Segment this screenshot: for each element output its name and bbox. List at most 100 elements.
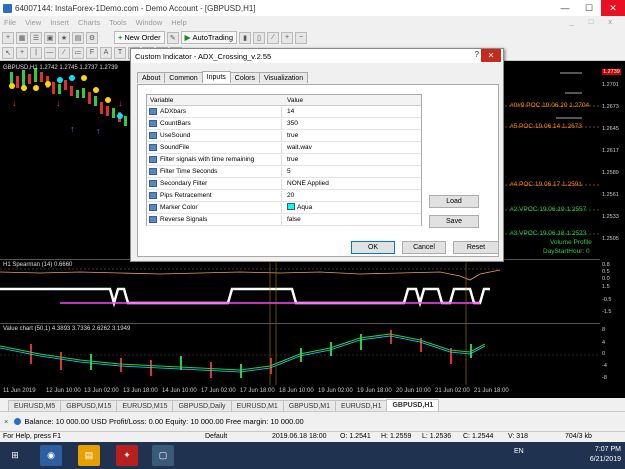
- input-value[interactable]: true: [287, 155, 298, 165]
- profiles-icon[interactable]: ▦: [16, 31, 28, 44]
- volume-profile-label: Volume Profile: [550, 239, 592, 246]
- cancel-button[interactable]: Cancel: [402, 241, 446, 254]
- close-window-button[interactable]: ✕: [601, 0, 625, 16]
- input-row[interactable]: SoundFile wait.wav: [147, 142, 421, 154]
- autotrading-button[interactable]: ▶ AutoTrading: [180, 31, 238, 44]
- main-price-scale[interactable]: 1.2739 1.2701 1.2673 1.2645 1.2617 1.258…: [600, 62, 625, 258]
- spearman-subwindow[interactable]: H1 Spearman (14) 0.6660: [0, 259, 600, 323]
- maximize-button[interactable]: ☐: [577, 0, 601, 16]
- dialog-help-button[interactable]: ?: [475, 50, 479, 59]
- parameter-icon: [149, 168, 157, 175]
- chart-tab[interactable]: EURUSD,H1: [335, 400, 388, 411]
- chart-tab[interactable]: EURUSD,M15: [116, 400, 174, 411]
- fibo-icon[interactable]: F: [86, 46, 98, 59]
- input-row[interactable]: Filter signals with time remaining true: [147, 154, 421, 166]
- time-label: 18 Jun 10:00: [279, 388, 314, 394]
- navigator-icon[interactable]: ★: [58, 31, 70, 44]
- new-order-button[interactable]: + New Order: [114, 31, 165, 44]
- menu-window[interactable]: Window: [136, 18, 163, 27]
- terminal-close-icon[interactable]: ×: [4, 417, 8, 426]
- cursor-icon[interactable]: ↖: [2, 46, 14, 59]
- chart-tab[interactable]: GBPUSD,Daily: [172, 400, 232, 411]
- scale-tick: 0.5: [602, 269, 610, 275]
- chart-tab[interactable]: GBPUSD,M15: [60, 400, 118, 411]
- status-profile: Default: [205, 433, 228, 440]
- input-value[interactable]: Aqua: [287, 203, 312, 213]
- start-button-icon[interactable]: ⊞: [4, 445, 26, 466]
- input-row[interactable]: Reverse Signals false: [147, 214, 421, 226]
- input-value[interactable]: 14: [287, 107, 294, 117]
- tab-about[interactable]: About: [137, 72, 166, 83]
- input-row[interactable]: Pips Retracement 20: [147, 190, 421, 202]
- chart-symbol-info: GBPUSD,H1 1.2742 1.2745 1.2737 1.2739: [3, 65, 118, 71]
- input-row[interactable]: Secondary Filter NONE Applied: [147, 178, 421, 190]
- input-row[interactable]: UseSound true: [147, 130, 421, 142]
- status-close: C: 1.2544: [463, 433, 494, 440]
- tab-visualization[interactable]: Visualization: [259, 72, 309, 83]
- crosshair-icon[interactable]: +: [16, 46, 28, 59]
- chart-tab[interactable]: EURUSD,M1: [230, 400, 284, 411]
- svg-text:↓: ↓: [56, 98, 61, 108]
- ok-button[interactable]: OK: [351, 241, 395, 254]
- mdi-restore-icon[interactable]: □: [589, 17, 594, 26]
- menu-view[interactable]: View: [25, 18, 41, 27]
- input-row[interactable]: CountBars 350: [147, 118, 421, 130]
- input-value[interactable]: false: [287, 215, 301, 225]
- mdi-minimize-icon[interactable]: _: [570, 17, 574, 26]
- input-value[interactable]: 5: [287, 167, 291, 177]
- load-button[interactable]: Load: [429, 195, 479, 208]
- bar-chart-icon[interactable]: ▮: [239, 31, 252, 44]
- spearman-svg: [0, 260, 501, 323]
- minimize-button[interactable]: —: [553, 0, 577, 16]
- input-value[interactable]: true: [287, 131, 298, 141]
- channel-icon[interactable]: ≔: [72, 46, 84, 59]
- zoom-in-icon[interactable]: +: [281, 31, 294, 44]
- input-name: Reverse Signals: [160, 215, 282, 225]
- menu-file[interactable]: File: [4, 18, 16, 27]
- dialog-close-button[interactable]: ✕: [481, 49, 501, 62]
- text-icon[interactable]: A: [100, 46, 112, 59]
- tester-icon[interactable]: ⚙: [86, 31, 98, 44]
- trendline-icon[interactable]: ∕: [58, 46, 70, 59]
- data-window-icon[interactable]: ▣: [44, 31, 56, 44]
- time-label: 13 Jun 18:00: [123, 388, 158, 394]
- tab-common[interactable]: Common: [164, 72, 203, 83]
- input-row[interactable]: ADXbars 14: [147, 106, 421, 118]
- app-icon-2[interactable]: ▢: [152, 445, 174, 466]
- zoom-out-icon[interactable]: −: [295, 31, 308, 44]
- input-row[interactable]: Marker Color Aqua: [147, 202, 421, 214]
- system-clock[interactable]: 7:07 PM 6/21/2019: [590, 445, 621, 465]
- dialog-title: Custom Indicator - ADX_Crossing_v.2.55: [135, 51, 272, 61]
- menu-insert[interactable]: Insert: [50, 18, 69, 27]
- tab-colors[interactable]: Colors: [229, 72, 261, 83]
- input-row[interactable]: Filter Time Seconds 5: [147, 166, 421, 178]
- candle-chart-icon[interactable]: ▯: [253, 31, 266, 44]
- label-icon[interactable]: T: [114, 46, 126, 59]
- market-watch-icon[interactable]: ☰: [30, 31, 42, 44]
- language-indicator[interactable]: EN: [514, 448, 524, 455]
- new-chart-icon[interactable]: +: [2, 31, 14, 44]
- save-button[interactable]: Save: [429, 215, 479, 228]
- menu-charts[interactable]: Charts: [78, 18, 100, 27]
- file-explorer-icon[interactable]: ▤: [78, 445, 100, 466]
- chart-tab-active[interactable]: GBPUSD,H1: [386, 399, 440, 411]
- metaeditor-icon[interactable]: ✎: [166, 31, 179, 44]
- browser-icon[interactable]: ◉: [40, 445, 62, 466]
- menu-help[interactable]: Help: [171, 18, 186, 27]
- tab-inputs[interactable]: Inputs: [201, 71, 231, 83]
- mdi-close-icon[interactable]: x: [608, 17, 612, 26]
- horizontal-line-icon[interactable]: —: [44, 46, 56, 59]
- terminal-icon[interactable]: ▤: [72, 31, 84, 44]
- line-chart-icon[interactable]: ∕: [267, 31, 280, 44]
- input-value[interactable]: wait.wav: [287, 143, 312, 153]
- input-value[interactable]: NONE Applied: [287, 179, 329, 189]
- menu-tools[interactable]: Tools: [109, 18, 127, 27]
- input-value[interactable]: 20: [287, 191, 294, 201]
- reset-button[interactable]: Reset: [453, 241, 499, 254]
- chart-tab[interactable]: EURUSD,M5: [8, 400, 62, 411]
- input-value[interactable]: 350: [287, 119, 298, 129]
- metatrader-icon[interactable]: ✦: [116, 445, 138, 466]
- vertical-line-icon[interactable]: |: [30, 46, 42, 59]
- chart-tab[interactable]: GBPUSD,M1: [282, 400, 337, 411]
- value-chart-subwindow[interactable]: Value chart (50,1) 4.3893 3.7336 2.6262 …: [0, 323, 600, 385]
